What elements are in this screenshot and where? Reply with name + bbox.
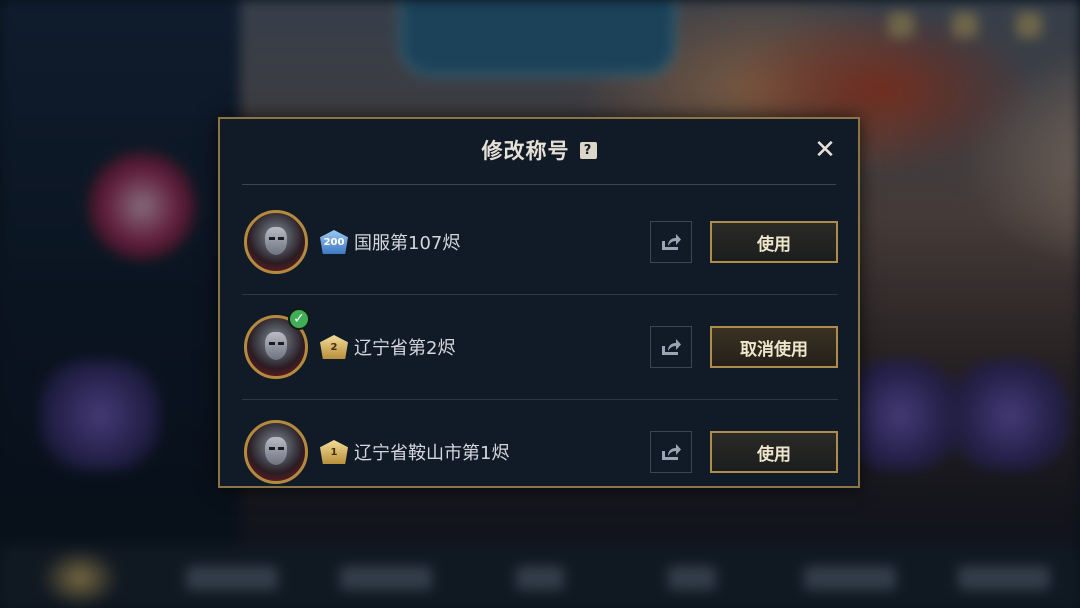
use-title-button[interactable]: 使用: [710, 431, 838, 473]
use-title-button[interactable]: 使用: [710, 221, 838, 263]
title-label: 辽宁省鞍山市第1烬: [354, 443, 510, 464]
title-row: 1 辽宁省鞍山市第1烬 使用: [242, 401, 838, 486]
row-divider: [242, 294, 838, 295]
dialog-title: 修改称号: [481, 139, 570, 163]
share-icon: [662, 234, 681, 250]
share-button[interactable]: [650, 326, 692, 368]
avatar-eye: [269, 447, 275, 450]
header-divider: [242, 184, 836, 185]
avatar-mask: [265, 227, 287, 255]
row-divider: [242, 399, 838, 400]
title-label: 辽宁省第2烬: [354, 338, 456, 359]
title-label: 国服第107烬: [354, 233, 461, 254]
avatar-mask: [265, 332, 287, 360]
share-icon: [662, 444, 681, 460]
rank-badge-icon: 1: [320, 440, 348, 464]
champion-avatar: [244, 420, 308, 484]
cancel-title-button[interactable]: 取消使用: [710, 326, 838, 368]
avatar-mask: [265, 437, 287, 465]
avatar-eye: [278, 342, 284, 345]
rank-badge-icon: 200: [320, 230, 348, 254]
active-check-icon: ✓: [288, 308, 310, 330]
change-title-dialog: 修改称号 ? ✕ 200 国服第107烬 使用 ✓ 2 辽宁省第2烬 取消使用 …: [218, 117, 860, 488]
title-row: ✓ 2 辽宁省第2烬 取消使用: [242, 296, 838, 400]
avatar-eye: [278, 237, 284, 240]
champion-avatar: [244, 210, 308, 274]
avatar-eye: [269, 237, 275, 240]
dialog-header: 修改称号 ?: [220, 119, 858, 181]
share-button[interactable]: [650, 431, 692, 473]
help-icon[interactable]: ?: [579, 141, 597, 159]
title-row: 200 国服第107烬 使用: [242, 191, 838, 295]
share-icon: [662, 339, 681, 355]
avatar-eye: [269, 342, 275, 345]
rank-badge-icon: 2: [320, 335, 348, 359]
avatar-eye: [278, 447, 284, 450]
close-button[interactable]: ✕: [812, 137, 838, 163]
share-button[interactable]: [650, 221, 692, 263]
